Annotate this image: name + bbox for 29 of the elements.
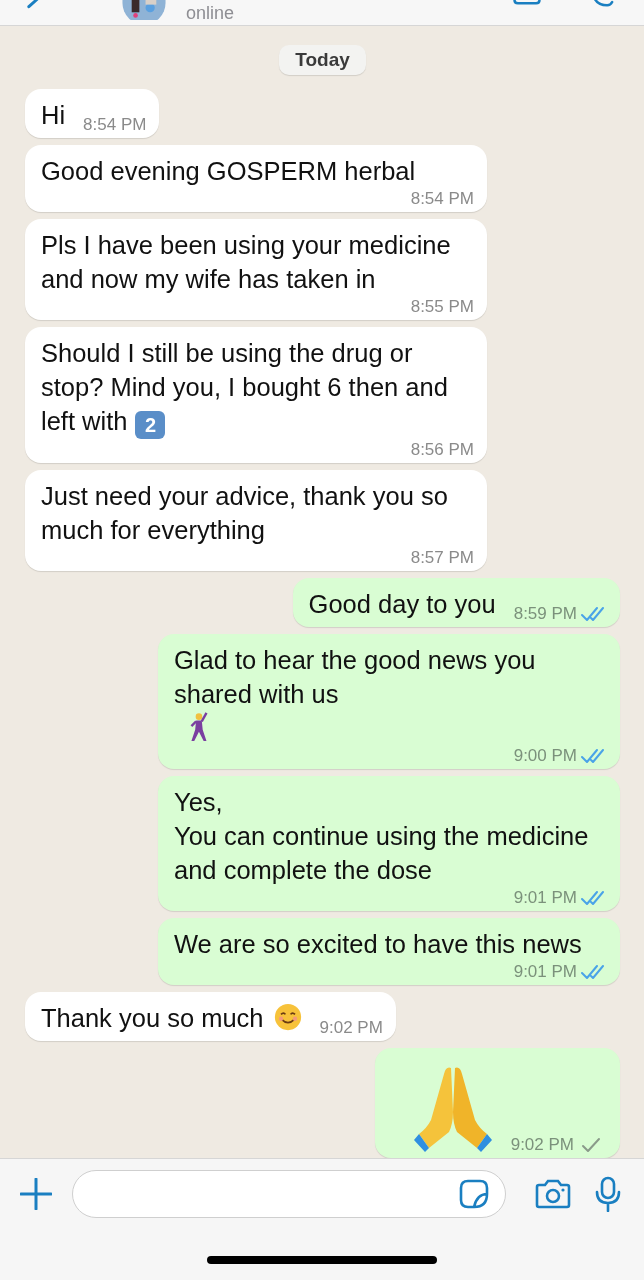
plus-icon[interactable] bbox=[20, 1178, 52, 1210]
camera-icon[interactable] bbox=[534, 1179, 572, 1209]
message-time: 8:55 PM bbox=[410, 296, 474, 318]
message-input[interactable] bbox=[72, 1170, 506, 1218]
sticker-icon[interactable] bbox=[459, 1179, 489, 1209]
message-text: Thank you so much bbox=[41, 1003, 264, 1034]
date-divider: Today bbox=[279, 45, 366, 75]
smiling-face-icon bbox=[273, 1001, 302, 1033]
message-text: Good day to you bbox=[308, 589, 496, 620]
message-time: 8:54 PM bbox=[410, 188, 474, 210]
message-time: 8:57 PM bbox=[410, 547, 474, 569]
message-time: 9:01 PM bbox=[513, 961, 577, 983]
message-time: 8:56 PM bbox=[410, 439, 474, 461]
message-text: We are so excited to have this news bbox=[174, 929, 582, 960]
message-text: Good evening GOSPERM herbal bbox=[41, 156, 416, 187]
message-text: Glad to hear the good news you shared with us bbox=[174, 645, 537, 710]
message-text: Hi bbox=[41, 100, 66, 131]
message-time: 8:59 PM bbox=[513, 603, 577, 625]
message-time: 9:00 PM bbox=[513, 745, 577, 767]
message-time: 8:54 PM bbox=[83, 114, 147, 136]
message-text: Should I still be using the drug or stop? Mind you, I bought 6 then and left with 2 bbox=[41, 336, 474, 439]
message-time: 9:02 PM bbox=[319, 1017, 383, 1039]
microphone-icon[interactable] bbox=[594, 1176, 622, 1212]
message-time: 9:01 PM bbox=[513, 887, 577, 909]
message-text: Pls I have been using your medicine and now my wife has taken in bbox=[41, 230, 452, 295]
message-text: Just need your advice, thank you so much for everything bbox=[41, 481, 449, 546]
contact-status: online bbox=[186, 2, 235, 24]
message-text: Yes, You can continue using the medicine and complete the dose bbox=[174, 787, 590, 886]
message-time: 9:02 PM bbox=[510, 1134, 574, 1156]
